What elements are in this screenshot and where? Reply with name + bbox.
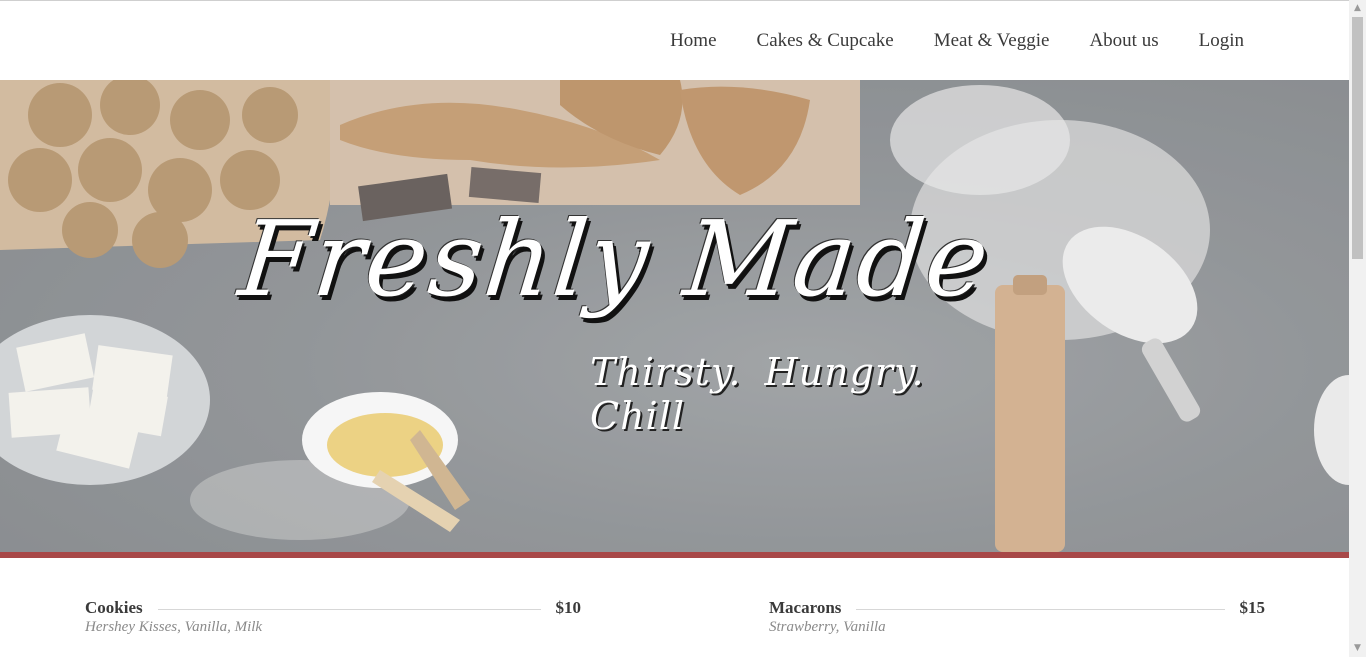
scroll-down-arrow-icon[interactable]: ▼ [1349,640,1366,657]
menu-item-description: Hershey Kisses, Vanilla, Milk [85,619,263,635]
page: Home Cakes & Cupcake Meat & Veggie About… [0,0,1349,657]
menu-item: Cookies $10 Hershey Kisses, Vanilla, Mil… [85,598,581,636]
nav-cakes-cupcake[interactable]: Cakes & Cupcake [737,4,914,78]
navbar: Home Cakes & Cupcake Meat & Veggie About… [0,1,1349,80]
vertical-scrollbar[interactable]: ▲ ▼ [1349,0,1366,657]
nav-about-us[interactable]: About us [1069,4,1178,78]
menu-item-header: Macarons $15 [769,598,1265,618]
menu-item-price: $15 [1239,598,1266,617]
menu-item-leader-line [856,609,1225,610]
menu-section: Cookies $10 Hershey Kisses, Vanilla, Mil… [0,558,1349,657]
menu-item-name: Cookies [85,598,143,617]
nav-home[interactable]: Home [650,4,736,78]
menu-item-leader-line [157,609,541,610]
menu-item-name: Macarons [769,598,842,617]
menu-item: Macarons $15 Strawberry, Vanilla [769,598,1265,636]
hero-tagline: Thirsty. Hungry. Chill [590,350,925,438]
nav-login[interactable]: Login [1179,4,1264,78]
nav-meat-veggie[interactable]: Meat & Veggie [914,4,1070,78]
menu-item-price: $10 [555,598,582,617]
menu-item-header: Cookies $10 [85,598,581,618]
scrollbar-thumb[interactable] [1352,17,1363,259]
hero-title: Freshly Made [233,198,997,320]
hero-banner: Freshly Made Thirsty. Hungry. Chill [0,80,1349,552]
menu-item-description: Strawberry, Vanilla [769,619,886,635]
main-nav: Home Cakes & Cupcake Meat & Veggie About… [650,1,1264,80]
scroll-up-arrow-icon[interactable]: ▲ [1349,0,1366,17]
